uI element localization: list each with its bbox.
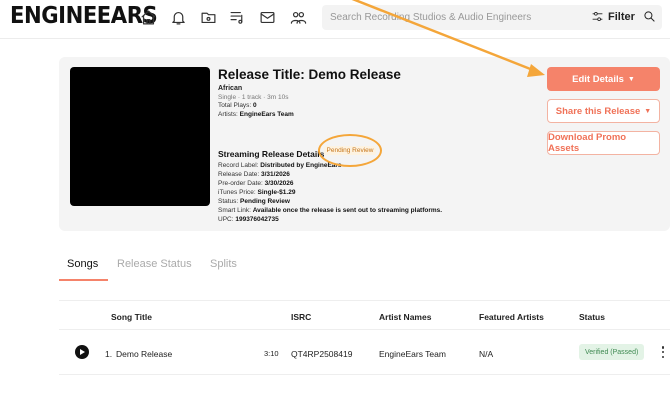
verified-status-badge: Verified (Passed)	[579, 344, 645, 360]
songs-table-header: Song Title ISRC Artist Names Featured Ar…	[59, 300, 670, 330]
table-row[interactable]: 1. Demo Release 3:10 QT4RP2508419 Engine…	[59, 331, 670, 375]
total-plays-value: 0	[253, 102, 257, 109]
status-label: Status:	[218, 198, 241, 205]
download-promo-label: Download Promo Assets	[548, 132, 627, 154]
col-status: Status	[579, 312, 605, 322]
search-input[interactable]	[330, 8, 580, 27]
status-line: Status: Pending Review	[218, 198, 290, 205]
share-release-button[interactable]: Share this Release ▼	[547, 99, 660, 123]
preorder-date-label: Pre-order Date:	[218, 180, 265, 187]
itunes-price-line: iTunes Price: Single-$1.29	[218, 189, 295, 196]
tab-release-status[interactable]: Release Status	[117, 258, 192, 270]
preorder-date-line: Pre-order Date: 3/30/2026	[218, 180, 294, 187]
col-isrc: ISRC	[291, 312, 312, 322]
smart-link-value: Available once the release is sent out t…	[252, 207, 443, 214]
pending-review-badge: Pending Review	[323, 146, 377, 155]
release-meta: Single · 1 track · 3m 10s	[218, 94, 289, 101]
itunes-price-value: Single-$1.29	[257, 189, 296, 196]
smart-link-line: Smart Link: Available once the release i…	[218, 207, 442, 214]
status-value: Pending Review	[240, 198, 290, 205]
active-tab-indicator	[59, 279, 108, 281]
folder-icon[interactable]	[199, 8, 217, 26]
smart-link-label: Smart Link:	[218, 207, 253, 214]
song-isrc: QT4RP2508419	[291, 349, 353, 359]
record-label-line: Record Label: Distributed by EngineEars	[218, 162, 342, 169]
streaming-details-title: Streaming Release Details	[218, 149, 325, 159]
preorder-date-value: 3/30/2026	[264, 180, 294, 187]
filter-label: Filter	[608, 10, 635, 23]
total-plays-label: Total Plays:	[218, 102, 254, 109]
bell-icon[interactable]	[169, 8, 187, 26]
search-bar: Filter	[322, 5, 662, 30]
col-artist-names: Artist Names	[379, 312, 432, 322]
col-song-title: Song Title	[111, 312, 152, 322]
upc-value: 199376042735	[235, 216, 279, 223]
tab-songs[interactable]: Songs	[67, 258, 98, 270]
total-plays: Total Plays: 0	[218, 102, 257, 109]
release-date-label: Release Date:	[218, 171, 261, 178]
edit-details-label: Edit Details	[572, 73, 624, 85]
release-date-value: 3/31/2026	[261, 171, 290, 178]
search-icon[interactable]	[643, 10, 657, 24]
sliders-icon	[592, 12, 603, 21]
engineears-logo[interactable]: ENGINEEARS	[10, 3, 158, 29]
release-date-line: Release Date: 3/31/2026	[218, 171, 290, 178]
edit-details-button[interactable]: Edit Details ▼	[547, 67, 660, 91]
track-index: 1.	[105, 349, 113, 359]
cover-art	[70, 67, 210, 206]
pending-review-highlight: Pending Review	[318, 134, 382, 167]
artists-value: EngineEars Team	[239, 111, 294, 118]
chevron-down-icon: ▼	[627, 75, 635, 83]
song-title: Demo Release	[116, 349, 173, 359]
filter-button[interactable]: Filter	[591, 10, 635, 23]
song-artists: EngineEars Team	[379, 349, 446, 359]
download-promo-button[interactable]: Download Promo Assets	[547, 131, 660, 155]
more-options-icon[interactable]	[661, 346, 665, 358]
people-icon[interactable]	[289, 8, 307, 26]
itunes-price-label: iTunes Price:	[218, 189, 258, 196]
top-header: ENGINEEARS Filter	[0, 0, 670, 39]
col-featured-artists: Featured Artists	[479, 312, 544, 322]
release-title: Release Title: Demo Release	[218, 67, 401, 82]
home-icon[interactable]	[139, 8, 157, 26]
play-icon[interactable]	[75, 345, 89, 359]
artists-line: Artists: EngineEars Team	[218, 111, 294, 118]
song-featured: N/A	[479, 349, 494, 359]
upc-line: UPC: 199376042735	[218, 216, 279, 223]
chevron-down-icon: ▼	[644, 107, 652, 115]
playlist-icon[interactable]	[228, 8, 246, 26]
record-label-label: Record Label:	[218, 162, 261, 169]
tab-splits[interactable]: Splits	[210, 258, 237, 270]
upc-label: UPC:	[218, 216, 236, 223]
mail-icon[interactable]	[258, 8, 276, 26]
song-duration: 3:10	[264, 349, 279, 358]
artists-label: Artists:	[218, 111, 240, 118]
release-genre: African	[218, 85, 243, 92]
share-release-label: Share this Release	[555, 105, 641, 117]
